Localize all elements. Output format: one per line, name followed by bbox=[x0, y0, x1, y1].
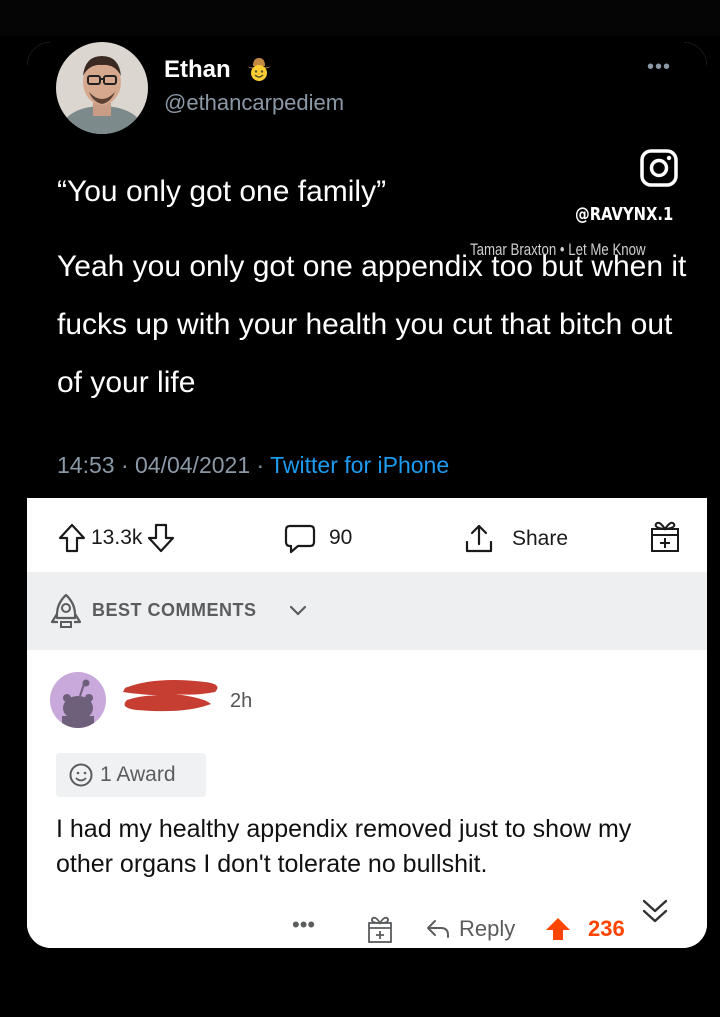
vote-group: 13.3k bbox=[57, 522, 176, 554]
comment-more-button[interactable]: ••• bbox=[292, 912, 315, 938]
double-chevron-down-icon[interactable] bbox=[626, 883, 684, 941]
gift-icon[interactable] bbox=[649, 518, 681, 554]
song-credit: Tamar Braxton • Let Me Know bbox=[470, 240, 646, 259]
reply-icon bbox=[427, 920, 449, 938]
screen: Ethan @ethancarpediem ••• @RAVYNX.1 “You… bbox=[0, 0, 720, 1017]
rocket-icon bbox=[50, 593, 82, 628]
comment-count: 90 bbox=[329, 526, 353, 549]
tweet-display-name[interactable]: Ethan bbox=[164, 56, 231, 84]
tweet-meta: 14:53 · 04/04/2021 · Twitter for iPhone bbox=[57, 452, 449, 479]
tweet-source-link[interactable]: Twitter for iPhone bbox=[270, 452, 449, 478]
chevron-down-icon bbox=[289, 605, 307, 616]
comment-score: 236 bbox=[588, 916, 625, 941]
tweet-quote: “You only got one family” bbox=[57, 175, 387, 208]
sort-label: BEST COMMENTS bbox=[92, 600, 257, 620]
commenter-avatar[interactable] bbox=[50, 672, 106, 728]
arrow-up-icon[interactable] bbox=[57, 522, 87, 554]
post-card: Ethan @ethancarpediem ••• @RAVYNX.1 “You… bbox=[27, 42, 707, 948]
speech-bubble-icon bbox=[284, 524, 316, 554]
instagram-icon bbox=[640, 149, 678, 187]
share-icon bbox=[465, 524, 493, 553]
cowboy-emoji-icon bbox=[247, 58, 271, 81]
share-label: Share bbox=[512, 527, 569, 550]
comment-time: 2h bbox=[230, 690, 253, 712]
arrow-up-icon[interactable] bbox=[544, 916, 572, 942]
comments-button[interactable]: 90 bbox=[283, 522, 352, 554]
reply-label: Reply bbox=[459, 916, 516, 941]
arrow-down-icon[interactable] bbox=[146, 522, 176, 554]
comment: 2h 1 Award I had my healthy appendix rem… bbox=[27, 650, 707, 948]
share-button[interactable]: Share bbox=[462, 522, 568, 556]
award-label: 1 Award bbox=[100, 763, 176, 786]
post-action-bar: 13.3k 90 Share bbox=[27, 498, 707, 572]
tweet-screenshot: Ethan @ethancarpediem ••• @RAVYNX.1 “You… bbox=[27, 42, 707, 498]
award-icon bbox=[69, 763, 93, 787]
comment-body: I had my healthy appendix removed just t… bbox=[56, 815, 632, 878]
tweet-handle[interactable]: @ethancarpediem bbox=[164, 90, 344, 116]
sort-bar[interactable]: BEST COMMENTS bbox=[27, 572, 707, 650]
tweet-avatar bbox=[55, 42, 149, 139]
upvote-count: 13.3k bbox=[91, 526, 143, 549]
award-badge[interactable]: 1 Award bbox=[56, 753, 206, 797]
comment-vote-group: 236 bbox=[544, 916, 625, 942]
tweet-timestamp: 14:53 · 04/04/2021 · bbox=[57, 452, 271, 478]
status-bar-area bbox=[0, 0, 720, 36]
redacted-username bbox=[123, 680, 218, 712]
gift-icon[interactable] bbox=[367, 914, 393, 944]
tweet-more-button[interactable]: ••• bbox=[647, 56, 671, 79]
comment-footer: ••• Reply 236 bbox=[27, 912, 707, 948]
watermark-handle: @RAVYNX.1 bbox=[575, 204, 674, 225]
reply-button[interactable]: Reply bbox=[425, 916, 515, 942]
tweet-body: Yeah you only got one appendix too but w… bbox=[57, 250, 687, 399]
